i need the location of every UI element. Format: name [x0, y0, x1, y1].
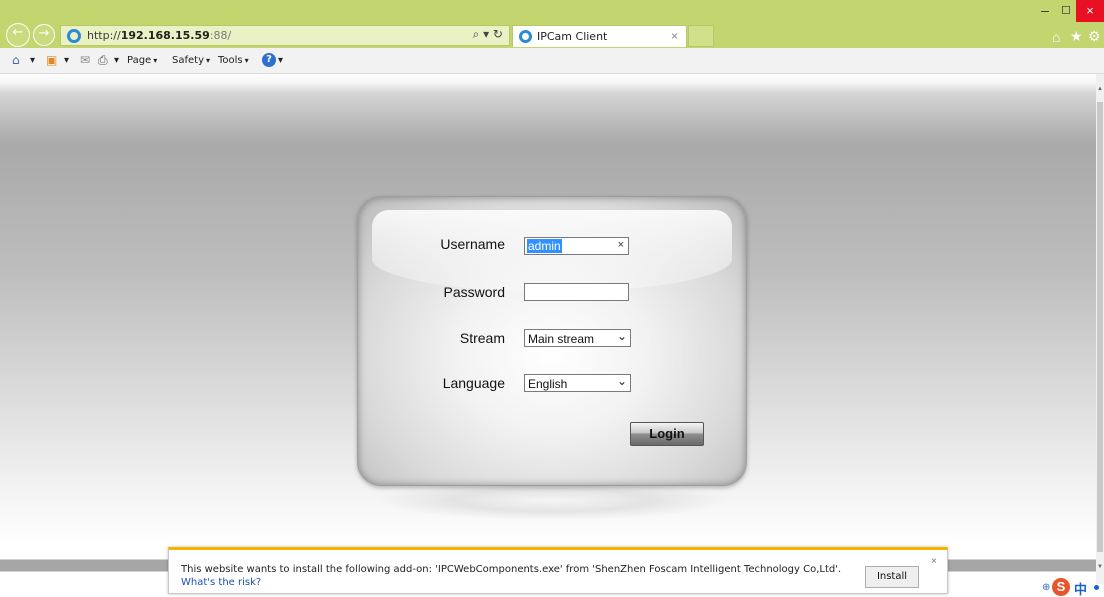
print-icon[interactable]: ⎙ — [98, 53, 108, 68]
home-dropdown-icon[interactable]: ▾ — [30, 55, 35, 66]
safety-menu-label: Safety — [172, 55, 204, 66]
username-value: admin — [527, 239, 562, 253]
search-refresh-controls[interactable]: ⌕ ▾ ↻ — [473, 27, 503, 42]
language-select[interactable]: English ⌄ — [524, 374, 631, 392]
stream-select[interactable]: Main stream ⌄ — [524, 329, 631, 347]
language-label: Language — [442, 375, 505, 391]
close-window-button[interactable]: × — [1076, 0, 1104, 22]
zoom-icon[interactable]: ⊕ — [1042, 582, 1050, 593]
ime-status-icon — [1094, 585, 1099, 590]
home-cmd-icon[interactable]: ⌂ — [12, 53, 20, 67]
tab-title: IPCam Client — [537, 30, 608, 43]
url-port: :88/ — [209, 29, 232, 42]
whats-the-risk-link[interactable]: What's the risk? — [181, 577, 261, 588]
forward-icon: → — [38, 26, 50, 41]
help-icon[interactable]: ? — [262, 53, 276, 67]
scrollbar-thumb[interactable] — [1097, 102, 1103, 552]
feeds-icon[interactable]: ▣ — [46, 53, 57, 67]
addon-notification-bar: This website wants to install the follow… — [168, 547, 948, 594]
safety-menu[interactable]: Safety ▾ — [172, 55, 210, 66]
ime-icon[interactable]: 中 — [1074, 579, 1087, 597]
install-button[interactable]: Install — [865, 566, 919, 588]
scroll-up-icon[interactable]: ▲ — [1097, 86, 1103, 96]
url-host: 192.168.15.59 — [120, 29, 210, 42]
username-input[interactable]: admin × — [524, 237, 629, 255]
forward-button[interactable]: → — [33, 24, 55, 46]
back-icon: ← — [12, 25, 24, 40]
scroll-down-icon[interactable]: ▼ — [1097, 564, 1103, 574]
gear-icon[interactable]: ⚙ — [1088, 28, 1101, 45]
close-icon[interactable]: × — [931, 556, 937, 567]
feeds-dropdown-icon[interactable]: ▾ — [64, 55, 69, 66]
home-icon[interactable]: ⌂ — [1052, 29, 1060, 45]
chevron-down-icon: ⌄ — [616, 329, 627, 343]
page-menu[interactable]: Page ▾ — [127, 55, 157, 66]
address-bar[interactable]: http://192.168.15.59:88/ ⌕ ▾ ↻ — [60, 25, 510, 46]
page-menu-label: Page — [127, 55, 152, 66]
sogou-icon[interactable]: S — [1052, 578, 1070, 596]
favorites-icon[interactable]: ★ — [1070, 28, 1083, 45]
dropdown-arrow-icon: ▾ — [153, 56, 158, 65]
back-button[interactable]: ← — [6, 23, 30, 47]
tab-close-icon[interactable]: × — [671, 29, 678, 43]
stream-selected-value: Main stream — [528, 332, 595, 346]
username-label: Username — [440, 236, 505, 252]
tools-menu[interactable]: Tools ▾ — [218, 55, 249, 66]
new-tab-button[interactable] — [688, 25, 714, 47]
stream-label: Stream — [459, 330, 505, 346]
language-selected-value: English — [528, 377, 568, 391]
tab-ipcam-client[interactable]: IPCam Client × — [512, 25, 687, 47]
password-input[interactable] — [524, 283, 629, 301]
clear-icon[interactable]: × — [618, 239, 624, 251]
tab-ie-icon — [519, 30, 532, 43]
help-dropdown-icon[interactable]: ▾ — [278, 55, 283, 66]
login-panel-reflection — [380, 480, 725, 520]
chevron-down-icon: ⌄ — [616, 374, 627, 388]
dropdown-arrow-icon: ▾ — [244, 56, 249, 65]
mail-icon[interactable]: ✉ — [80, 53, 90, 67]
command-bar: ⌂ ▾ ▣ ▾ ✉ ⎙ ▾ Page ▾ Safety ▾ Tools ▾ ? ▾ — [0, 48, 1104, 74]
tools-menu-label: Tools — [218, 55, 243, 66]
url-scheme: http:// — [87, 29, 121, 42]
dropdown-arrow-icon: ▾ — [206, 56, 211, 65]
notification-message: This website wants to install the follow… — [181, 564, 842, 575]
print-dropdown-icon[interactable]: ▾ — [114, 55, 119, 66]
login-button[interactable]: Login — [630, 422, 704, 446]
maximize-button[interactable]: ◻ — [1056, 2, 1076, 20]
address-url[interactable]: http://192.168.15.59:88/ — [87, 29, 231, 42]
minimize-button[interactable]: – — [1035, 2, 1055, 20]
password-label: Password — [443, 284, 505, 300]
ie-icon — [67, 29, 81, 43]
